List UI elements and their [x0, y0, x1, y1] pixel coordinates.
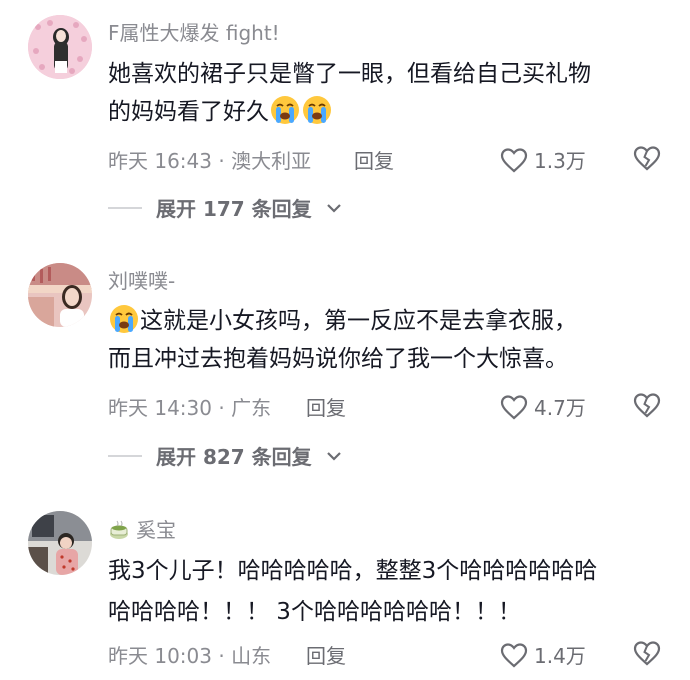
username-text: 奚宝: [136, 518, 176, 542]
dislike-button[interactable]: [633, 145, 661, 176]
reply-button[interactable]: 回复: [354, 145, 394, 174]
crying-face-icon: [303, 96, 331, 124]
expand-replies-label: 展开 827 条回复: [156, 445, 312, 469]
reply-button[interactable]: 回复: [306, 640, 346, 669]
like-count: 1.4万: [534, 644, 586, 668]
comment-item: 奚宝 我3个儿子！哈哈哈哈哈，整整3个哈哈哈哈哈哈 哈哈哈哈！！！ 3个哈哈哈哈…: [0, 505, 690, 680]
avatar[interactable]: [28, 511, 92, 575]
comment-text-fragment: 这就是小女孩吗，第一反应不是去拿衣服，: [140, 308, 577, 334]
crying-face-icon: [271, 96, 299, 124]
heart-icon: [500, 147, 528, 172]
teacup-icon: [110, 520, 128, 539]
broken-heart-icon: [633, 393, 661, 418]
comment-meta: 昨天 14:30 · 广东 回复 4.7万: [108, 392, 690, 422]
comment-text-line: 而且冲过去抱着妈妈说你给了我一个大惊喜。: [108, 346, 568, 372]
divider: [108, 206, 142, 209]
broken-heart-icon: [633, 146, 661, 171]
heart-icon: [500, 642, 528, 667]
dislike-button[interactable]: [633, 640, 661, 671]
username[interactable]: 刘噗噗-: [108, 265, 175, 294]
comment-item: 刘噗噗- 这就是小女孩吗，第一反应不是去拿衣服， 而且冲过去抱着妈妈说你给了我一…: [0, 255, 690, 485]
broken-heart-icon: [633, 641, 661, 666]
like-button[interactable]: 1.3万: [500, 145, 586, 174]
like-count: 1.3万: [534, 149, 586, 173]
comment-text-line: 哈哈哈哈！！！ 3个哈哈哈哈哈哈！！！: [108, 599, 521, 625]
crying-face-icon: [110, 305, 138, 333]
expand-replies-label: 展开 177 条回复: [156, 197, 312, 221]
comment-meta: 昨天 10:03 · 山东 回复 1.4万: [108, 640, 690, 670]
comment-meta: 昨天 16:43 · 澳大利亚 回复 1.3万: [108, 145, 690, 175]
comment-text-fragment: 的妈妈看了好久: [108, 99, 269, 125]
comment-text-line: 我3个儿子！哈哈哈哈哈，整整3个哈哈哈哈哈哈: [108, 558, 598, 584]
comment-text: 这就是小女孩吗，第一反应不是去拿衣服， 而且冲过去抱着妈妈说你给了我一个大惊喜。: [108, 302, 668, 378]
comment-text-line: 她喜欢的裙子只是瞥了一眼，但看给自己买礼物: [108, 61, 591, 87]
username[interactable]: 奚宝: [108, 514, 176, 543]
chevron-down-icon: [326, 451, 341, 461]
timestamp-location: 昨天 14:30 · 广东: [108, 396, 272, 420]
like-button[interactable]: 1.4万: [500, 640, 586, 669]
timestamp-location: 昨天 10:03 · 山东: [108, 644, 272, 668]
heart-icon: [500, 394, 528, 419]
expand-replies-button[interactable]: 展开 177 条回复: [108, 193, 342, 222]
comment-item: F属性大爆发 fight! 她喜欢的裙子只是瞥了一眼，但看给自己买礼物 的妈妈看…: [0, 0, 690, 240]
comment-text: 我3个儿子！哈哈哈哈哈，整整3个哈哈哈哈哈哈 哈哈哈哈！！！ 3个哈哈哈哈哈哈！…: [108, 552, 668, 631]
comment-text-line: 这就是小女孩吗，第一反应不是去拿衣服，: [108, 302, 668, 340]
divider: [108, 454, 142, 457]
timestamp-location: 昨天 16:43 · 澳大利亚: [108, 149, 312, 173]
comment-text-line: 的妈妈看了好久: [108, 93, 668, 131]
avatar[interactable]: [28, 263, 92, 327]
avatar[interactable]: [28, 15, 92, 79]
chevron-down-icon: [326, 203, 341, 213]
expand-replies-button[interactable]: 展开 827 条回复: [108, 441, 342, 470]
username[interactable]: F属性大爆发 fight!: [108, 17, 280, 46]
like-count: 4.7万: [534, 396, 586, 420]
dislike-button[interactable]: [633, 392, 661, 423]
comment-text: 她喜欢的裙子只是瞥了一眼，但看给自己买礼物 的妈妈看了好久: [108, 55, 668, 131]
like-button[interactable]: 4.7万: [500, 392, 586, 421]
reply-button[interactable]: 回复: [306, 392, 346, 421]
